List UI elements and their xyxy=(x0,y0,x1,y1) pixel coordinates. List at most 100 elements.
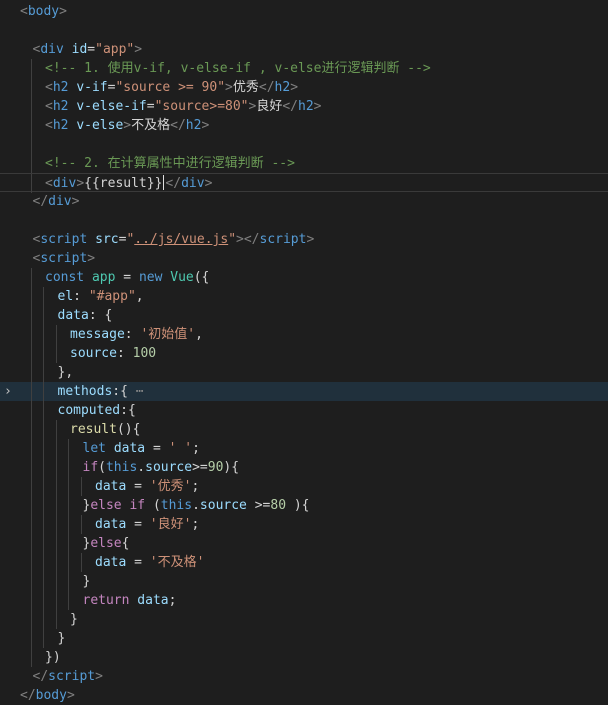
code-token: Vue xyxy=(170,270,194,285)
indent-guide xyxy=(30,174,32,193)
code-line[interactable]: <body> xyxy=(0,2,608,21)
indent-guide xyxy=(43,610,44,629)
code-text: if(this.source>=90){ xyxy=(83,458,240,477)
code-line[interactable]: } xyxy=(0,610,608,629)
code-token: : xyxy=(116,346,133,361)
code-token: data xyxy=(95,517,127,532)
code-text: <script src="../js/vue.js"></script> xyxy=(33,230,315,249)
code-token: this xyxy=(105,460,138,475)
code-token: > xyxy=(306,232,315,247)
indent-guide xyxy=(43,363,44,382)
fold-expand-chevron-icon[interactable]: › xyxy=(4,382,12,401)
code-token: ( xyxy=(152,498,161,513)
indent-guide xyxy=(68,439,69,458)
code-line[interactable] xyxy=(0,135,608,154)
code-text: methods:{ ⋯ xyxy=(58,382,144,401)
code-line[interactable]: <script src="../js/vue.js"></script> xyxy=(0,230,608,249)
code-line[interactable]: <!-- 1. 使用v-if, v-else-if , v-else进行逻辑判断… xyxy=(0,59,608,78)
code-token: < xyxy=(45,80,53,95)
indent-guide xyxy=(30,572,32,591)
code-token: < xyxy=(45,99,53,114)
code-token: } xyxy=(82,574,91,589)
indent-guide xyxy=(30,325,32,344)
code-line[interactable]: }) xyxy=(0,648,608,667)
code-line[interactable]: data: { xyxy=(0,306,608,325)
code-line[interactable]: }, xyxy=(0,363,608,382)
code-line[interactable] xyxy=(0,211,608,230)
code-text: data = '优秀'; xyxy=(95,477,199,496)
code-text: message: '初始值', xyxy=(70,325,203,344)
code-text: source: 100 xyxy=(70,344,156,363)
code-line[interactable]: result(){ xyxy=(0,420,608,439)
code-line[interactable]: } xyxy=(0,572,608,591)
code-token: > xyxy=(123,118,132,133)
code-token: > xyxy=(134,42,143,57)
code-line[interactable]: source: 100 xyxy=(0,344,608,363)
code-token: ({ xyxy=(193,270,210,285)
code-editor[interactable]: <body> <div id="app"> <!-- 1. 使用v-if, v-el… xyxy=(0,0,608,705)
indent-guide xyxy=(55,439,57,458)
code-line[interactable]: </body> xyxy=(0,686,608,705)
code-token: 80 xyxy=(270,498,287,513)
indent-guide xyxy=(43,591,44,610)
code-token: </ xyxy=(32,194,49,209)
code-line[interactable]: }else if (this.source >=80 ){ xyxy=(0,496,608,515)
code-text: </script> xyxy=(33,667,103,686)
code-text: result(){ xyxy=(70,420,140,439)
code-token: }, xyxy=(57,365,74,380)
code-token: h2 xyxy=(298,99,314,114)
code-text: const app = new Vue({ xyxy=(45,268,209,287)
code-line[interactable]: data = '优秀'; xyxy=(0,477,608,496)
indent-guide xyxy=(43,325,44,344)
code-line[interactable]: data = '不及格' xyxy=(0,553,608,572)
code-token: } xyxy=(57,631,66,646)
code-token: </ xyxy=(170,118,186,133)
code-token: src xyxy=(95,232,119,247)
indent-guide xyxy=(30,287,32,306)
code-line[interactable]: message: '初始值', xyxy=(0,325,608,344)
code-token: div xyxy=(48,194,72,209)
code-line[interactable]: computed:{ xyxy=(0,401,608,420)
indent-guide xyxy=(30,154,32,173)
code-line[interactable]: › methods:{ ⋯ xyxy=(0,382,608,401)
indent-guide xyxy=(80,515,82,534)
code-token: computed xyxy=(57,403,121,418)
code-line[interactable]: let data = ' '; xyxy=(0,439,608,458)
indent-guide xyxy=(30,344,32,363)
code-token: } xyxy=(70,612,78,627)
code-line[interactable]: return data; xyxy=(0,591,608,610)
code-token: {{result}} xyxy=(84,176,163,191)
code-line[interactable]: data = '良好'; xyxy=(0,515,608,534)
folded-region-ellipsis[interactable]: ⋯ xyxy=(136,384,144,399)
code-line[interactable]: <h2 v-else-if="source>=80">良好</h2> xyxy=(0,97,608,116)
indent-guide xyxy=(30,116,32,135)
code-line[interactable]: </div> xyxy=(0,192,608,211)
code-line[interactable]: <script> xyxy=(0,249,608,268)
code-token: script xyxy=(40,232,96,247)
indent-guide xyxy=(30,458,32,477)
code-line[interactable]: el: "#app", xyxy=(0,287,608,306)
indent-guide xyxy=(55,477,57,496)
code-line[interactable]: if(this.source>=90){ xyxy=(0,458,608,477)
indent-guide xyxy=(55,572,57,591)
code-line[interactable]: <div>{{result}} </div> xyxy=(0,173,608,193)
code-token: v-else xyxy=(76,118,124,133)
indent-guide xyxy=(68,458,69,477)
code-line[interactable] xyxy=(0,21,608,40)
code-line[interactable]: </script> xyxy=(0,667,608,686)
code-token: " xyxy=(228,232,237,247)
code-text: data: { xyxy=(58,306,113,325)
code-line[interactable]: <div id="app"> xyxy=(0,40,608,59)
indent-guide xyxy=(55,610,57,629)
code-line[interactable]: <h2 v-if="source >= 90">优秀</h2> xyxy=(0,78,608,97)
code-token: if xyxy=(82,460,99,475)
indent-guide xyxy=(43,420,44,439)
code-line[interactable]: } xyxy=(0,629,608,648)
code-line[interactable]: <!-- 2. 在计算属性中进行逻辑判断 --> xyxy=(0,154,608,173)
code-line[interactable]: <h2 v-else>不及格</h2> xyxy=(0,116,608,135)
indent-guide xyxy=(30,591,32,610)
code-line[interactable]: }else{ xyxy=(0,534,608,553)
code-line[interactable]: const app = new Vue({ xyxy=(0,268,608,287)
code-token: source xyxy=(199,498,247,513)
indent-guide xyxy=(30,629,32,648)
